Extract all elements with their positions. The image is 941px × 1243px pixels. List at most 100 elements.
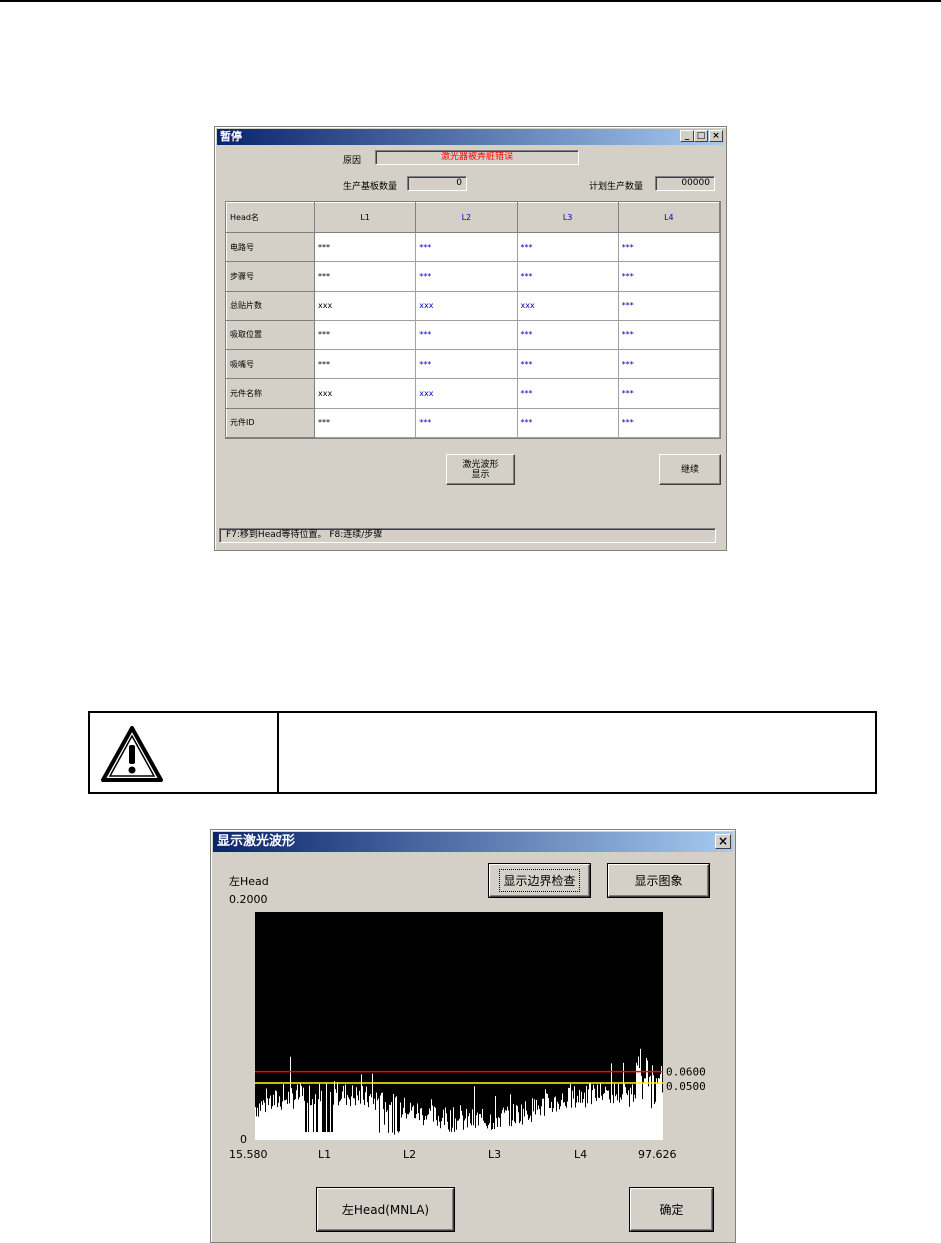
table-cell: ***	[313, 407, 417, 439]
table-row: 元件ID *** *** *** ***	[226, 407, 721, 439]
show-image-button[interactable]: 显示图象	[608, 864, 709, 897]
x-end-label: 97.626	[638, 1148, 677, 1161]
maximize-button[interactable]: □	[694, 130, 708, 142]
signal-bar	[318, 1099, 319, 1140]
signal-bar	[293, 1108, 294, 1140]
signal-bar	[613, 1103, 614, 1140]
signal-bar	[396, 1096, 397, 1140]
signal-bar	[379, 1132, 380, 1140]
signal-bar	[493, 1123, 494, 1140]
close-icon[interactable]: ×	[715, 834, 731, 849]
signal-bar	[430, 1110, 431, 1140]
upper-threshold-label: 0.0600	[666, 1066, 706, 1079]
boundary-check-label: 显示边界检查	[499, 869, 580, 892]
signal-bar	[441, 1121, 442, 1140]
signal-bar	[433, 1121, 434, 1140]
table-cell: xxx	[415, 290, 518, 321]
signal-bar	[659, 1078, 660, 1140]
signal-bar	[429, 1108, 430, 1140]
signal-bar	[512, 1120, 513, 1140]
signal-bar	[395, 1097, 396, 1140]
table-cell: ***	[313, 319, 417, 351]
row-label: 吸取位置	[226, 319, 315, 351]
signal-bar	[640, 1048, 641, 1140]
signal-bar	[266, 1088, 267, 1140]
row-label: 电路号	[226, 231, 315, 263]
x-tick-l4: L4	[574, 1148, 587, 1161]
signal-bar	[604, 1092, 605, 1140]
signal-bar	[292, 1093, 293, 1140]
boundary-check-button[interactable]: 显示边界检查	[489, 864, 590, 897]
signal-bar	[408, 1114, 409, 1140]
signal-bar	[320, 1101, 321, 1140]
column-header-l2: L2	[415, 202, 518, 233]
left-head-button[interactable]: 左Head(MNLA)	[317, 1188, 454, 1231]
signal-bar	[630, 1087, 631, 1140]
signal-bar	[555, 1096, 556, 1140]
signal-bar	[296, 1090, 297, 1140]
signal-bar	[336, 1092, 337, 1140]
minimize-button[interactable]: _	[680, 130, 694, 142]
signal-bar	[646, 1057, 647, 1140]
signal-bar	[637, 1065, 638, 1140]
signal-bar	[531, 1122, 532, 1140]
signal-bar	[574, 1086, 575, 1140]
table-cell: ***	[516, 349, 619, 380]
signal-bar	[589, 1082, 590, 1140]
signal-bar	[409, 1112, 410, 1140]
planned-count-field: 00000	[655, 176, 715, 191]
signal-bar	[552, 1111, 553, 1140]
signal-bar	[337, 1082, 338, 1140]
ok-button[interactable]: 确定	[630, 1188, 713, 1231]
signal-bar	[498, 1117, 499, 1140]
caution-divider	[277, 713, 279, 792]
signal-bar	[571, 1107, 572, 1140]
continue-button[interactable]: 继续	[659, 454, 721, 485]
signal-bar	[400, 1102, 401, 1140]
signal-bar	[474, 1086, 475, 1140]
table-cell: xxx	[415, 378, 518, 409]
signal-bar	[612, 1095, 613, 1140]
signal-bar	[538, 1105, 539, 1140]
signal-bar	[465, 1118, 466, 1140]
signal-bar	[502, 1109, 503, 1140]
signal-bar	[392, 1132, 393, 1140]
signal-bar	[346, 1104, 347, 1140]
close-button[interactable]: ×	[709, 130, 723, 142]
signal-bar	[580, 1102, 581, 1140]
signal-bar	[348, 1097, 349, 1140]
table-cell: ***	[313, 231, 417, 263]
signal-bar	[280, 1106, 281, 1140]
signal-bar	[494, 1129, 495, 1140]
signal-bar	[611, 1063, 612, 1140]
signal-bar	[542, 1098, 543, 1140]
signal-bar	[303, 1087, 304, 1140]
head-label: 左Head	[229, 875, 269, 888]
status-text: F7:移到Head等待位置。 F8:连续/步骤	[226, 530, 383, 540]
signal-bar	[581, 1091, 582, 1140]
signal-bar	[366, 1086, 367, 1140]
signal-bar	[419, 1120, 420, 1140]
ok-label: 确定	[659, 1203, 684, 1217]
signal-bar	[358, 1100, 359, 1140]
table-cell: ***	[516, 319, 619, 351]
table-cell: ***	[617, 349, 721, 380]
signal-bar	[432, 1105, 433, 1140]
table-row: 电路号 *** *** *** ***	[226, 231, 721, 263]
laser-wave-display-button[interactable]: 激光波形 显示	[446, 454, 515, 485]
laser-wave-chart: 0.0600 0.0500 0 15.580 L1 L2 L3 L4 97.62…	[228, 904, 708, 1164]
signal-bar	[466, 1108, 467, 1140]
table-cell: ***	[313, 261, 417, 292]
signal-bar	[619, 1102, 620, 1140]
signal-bar	[428, 1114, 429, 1140]
signal-bar	[607, 1090, 608, 1140]
signal-bar	[599, 1097, 600, 1140]
signal-bar	[334, 1081, 335, 1140]
signal-bar	[471, 1125, 472, 1140]
reason-field: 激光器被弄脏错误	[375, 150, 579, 165]
signal-bar	[373, 1104, 374, 1140]
signal-bar	[351, 1096, 352, 1140]
signal-bar	[614, 1083, 615, 1140]
signal-bar	[590, 1082, 591, 1140]
signal-bar	[445, 1107, 446, 1140]
